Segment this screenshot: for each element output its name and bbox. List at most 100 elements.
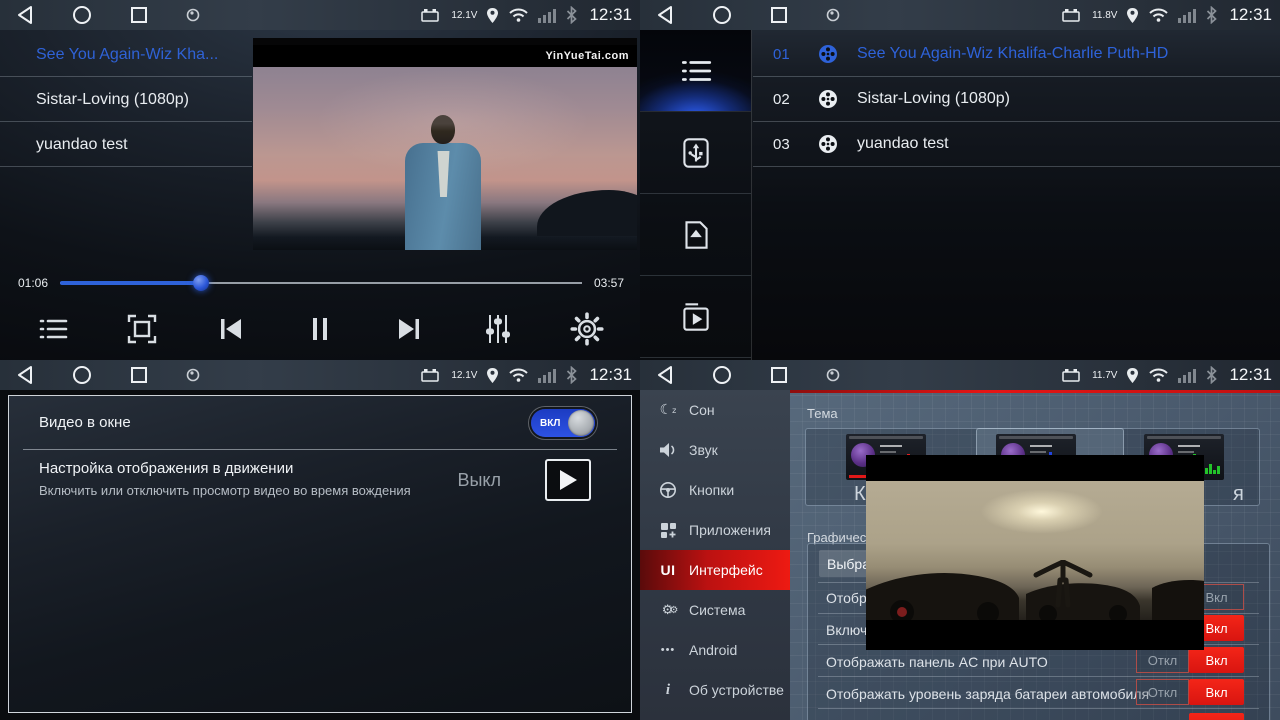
source-sidebar [640,30,752,360]
toggle-on-button[interactable] [1189,713,1244,720]
seek-bar[interactable] [60,282,582,284]
motion-enter-button[interactable] [545,459,591,501]
pause-button[interactable] [297,306,343,352]
wifi-icon [1148,7,1169,23]
back-icon[interactable] [656,365,674,385]
sidebar-item-playlist[interactable] [640,30,751,112]
menu-item-apps[interactable]: Приложения [640,510,790,550]
screenshot-icon[interactable] [826,368,840,382]
menu-item-system[interactable]: ⚙⚙ Система [640,590,790,630]
toggle-on-button[interactable]: Вкл [1189,679,1244,705]
next-button[interactable] [386,306,432,352]
ui-badge-icon: UI [656,562,680,578]
menu-item-about[interactable]: i Об устройстве [640,670,790,710]
video-watermark: YinYueTai.com [545,50,629,62]
window-video-row[interactable]: Видео в окне ВКЛ [9,396,631,449]
back-icon[interactable] [16,365,34,385]
battery-voltage: 11.7V [1092,370,1117,381]
home-icon[interactable] [712,5,732,25]
signal-icon [1178,368,1196,383]
bluetooth-icon [1205,366,1218,384]
accent-line [790,390,1280,393]
elapsed-time: 01:06 [18,276,48,290]
recents-icon[interactable] [770,6,788,24]
recents-icon[interactable] [770,366,788,384]
menu-item-sleep[interactable]: ☾z Сон [640,390,790,430]
track-title: yuandao test [857,135,949,153]
track-row[interactable]: 02 Sistar-Loving (1080p) [753,77,1280,122]
seek-knob[interactable] [193,275,209,291]
location-icon [1126,367,1139,384]
screenshot-icon[interactable] [826,8,840,22]
playlist: See You Again-Wiz Kha... Sistar-Loving (… [0,32,252,167]
menu-item-interface[interactable]: UI Интерфейс [640,550,790,590]
total-time: 03:57 [594,276,624,290]
menu-item-android[interactable]: ••• Android [640,630,790,670]
film-reel-icon [817,88,839,110]
toggle-on-button[interactable]: Вкл [1189,647,1244,673]
toggle-off-button[interactable]: Откл [1136,647,1189,673]
toggle-knob [568,410,594,436]
moon-icon: ☾z [656,402,680,418]
track-number: 02 [773,91,817,108]
setting-label: Отображать панель AC при AUTO [826,654,1048,670]
floating-video-window[interactable] [866,455,1204,650]
sidebar-item-sdcard[interactable] [640,194,751,276]
track-number: 01 [773,46,817,63]
setting-label: Отображать уровень заряда батареи автомо… [826,686,1149,702]
clock-text: 12:31 [1229,365,1272,385]
menu-item-sound[interactable]: Звук [640,430,790,470]
battery-icon [1061,8,1081,23]
screenshot-icon[interactable] [186,8,200,22]
video-player-screen: 12.1V 12:31 See You Again-Wiz Kha... Sis… [0,0,640,360]
back-icon[interactable] [656,5,674,25]
ui-settings-screen: 11.7V 12:31 ☾z Сон Звук Кнопки [640,360,1280,720]
track-row[interactable]: 01 See You Again-Wiz Khalifa-Charlie Put… [753,32,1280,77]
home-icon[interactable] [72,5,92,25]
four-screen-montage: 12.1V 12:31 See You Again-Wiz Kha... Sis… [0,0,1280,720]
track-title: Sistar-Loving (1080p) [857,90,1010,108]
gears-icon: ⚙⚙ [656,603,680,618]
playlist-item[interactable]: yuandao test [0,122,252,167]
toggle-off-button[interactable]: Откл [1136,679,1189,705]
battery-icon [420,368,440,383]
motion-display-row[interactable]: Настройка отображения в движении Включит… [9,450,631,514]
player-toolbar [0,302,640,356]
menu-item-buttons[interactable]: Кнопки [640,470,790,510]
bluetooth-icon [1205,6,1218,24]
home-icon[interactable] [72,365,92,385]
battery-icon [420,8,440,23]
recents-icon[interactable] [130,6,148,24]
film-reel-icon [817,43,839,65]
back-icon[interactable] [16,5,34,25]
track-number: 03 [773,136,817,153]
wifi-icon [508,7,529,23]
playlist-button[interactable] [30,306,76,352]
video-frame [253,67,637,250]
previous-button[interactable] [208,306,254,352]
location-icon [486,7,499,24]
screenshot-icon[interactable] [186,368,200,382]
track-row[interactable]: 03 yuandao test [753,122,1280,167]
battery-voltage: 11.8V [1092,10,1117,21]
video-surface[interactable]: YinYueTai.com [253,38,637,250]
playlist-item[interactable]: See You Again-Wiz Kha... [0,32,252,77]
recents-icon[interactable] [130,366,148,384]
battery-voltage: 12.1V [451,370,477,381]
clock-text: 12:31 [589,5,632,25]
progress-row: 01:06 03:57 [0,272,640,294]
scale-button[interactable] [119,306,165,352]
window-video-toggle[interactable]: ВКЛ [531,409,595,437]
bluetooth-icon [565,6,578,24]
video-frame [866,481,1204,620]
playlist-item[interactable]: Sistar-Loving (1080p) [0,77,252,122]
equalizer-button[interactable] [475,306,521,352]
home-icon[interactable] [712,365,732,385]
video-letterbox-bar: YinYueTai.com [253,45,637,67]
sidebar-item-usb[interactable] [640,112,751,194]
settings-gear-button[interactable] [564,306,610,352]
battery-voltage: 12.1V [451,10,477,21]
sidebar-item-video[interactable] [640,276,751,358]
signal-icon [538,368,556,383]
steering-wheel-icon [656,481,680,499]
